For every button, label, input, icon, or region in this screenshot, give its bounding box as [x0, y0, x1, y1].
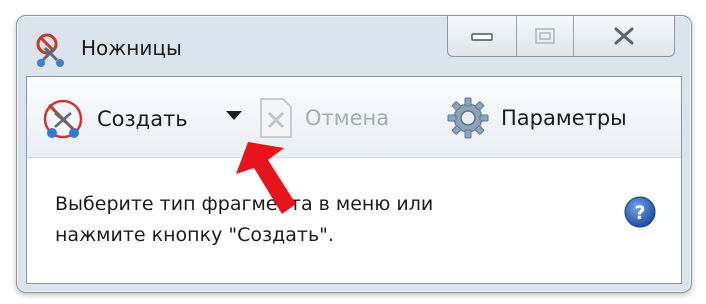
close-button[interactable] [574, 16, 674, 56]
instruction-line-1: Выберите тип фрагмента в меню или [55, 193, 434, 215]
svg-text:?: ? [634, 202, 645, 224]
new-snip-button[interactable]: Создать [41, 97, 188, 141]
toolbar: Создать Отмена Параметры [27, 77, 681, 158]
dropdown-arrow-icon [226, 111, 242, 120]
window-title: Ножницы [81, 36, 182, 60]
options-button[interactable]: Параметры [445, 95, 627, 141]
new-snip-icon [43, 99, 83, 139]
close-icon [614, 27, 634, 45]
new-snip-dropdown[interactable] [225, 109, 243, 121]
scissors-icon [36, 33, 64, 67]
new-snip-label: Создать [97, 107, 188, 131]
cancel-label: Отмена [305, 106, 390, 130]
maximize-icon [535, 28, 555, 44]
gear-icon [447, 97, 489, 139]
help-icon[interactable]: ? [623, 195, 657, 229]
window-controls [447, 16, 675, 57]
cancel-icon [260, 98, 292, 138]
client-area: Создать Отмена Параметры Выберите тип фр… [26, 76, 682, 284]
minimize-icon [471, 33, 493, 41]
cancel-button[interactable]: Отмена [259, 97, 389, 139]
maximize-button[interactable] [517, 16, 574, 56]
instruction-message: Выберите тип фрагмента в меню или нажмит… [55, 189, 555, 251]
instruction-line-2: нажмите кнопку "Создать". [55, 224, 334, 246]
minimize-button[interactable] [448, 16, 517, 56]
title-bar[interactable]: Ножницы [17, 16, 691, 74]
snipping-tool-window: Ножницы Создать Отмена Параметры Выберит… [16, 15, 692, 293]
options-label: Параметры [501, 106, 627, 130]
